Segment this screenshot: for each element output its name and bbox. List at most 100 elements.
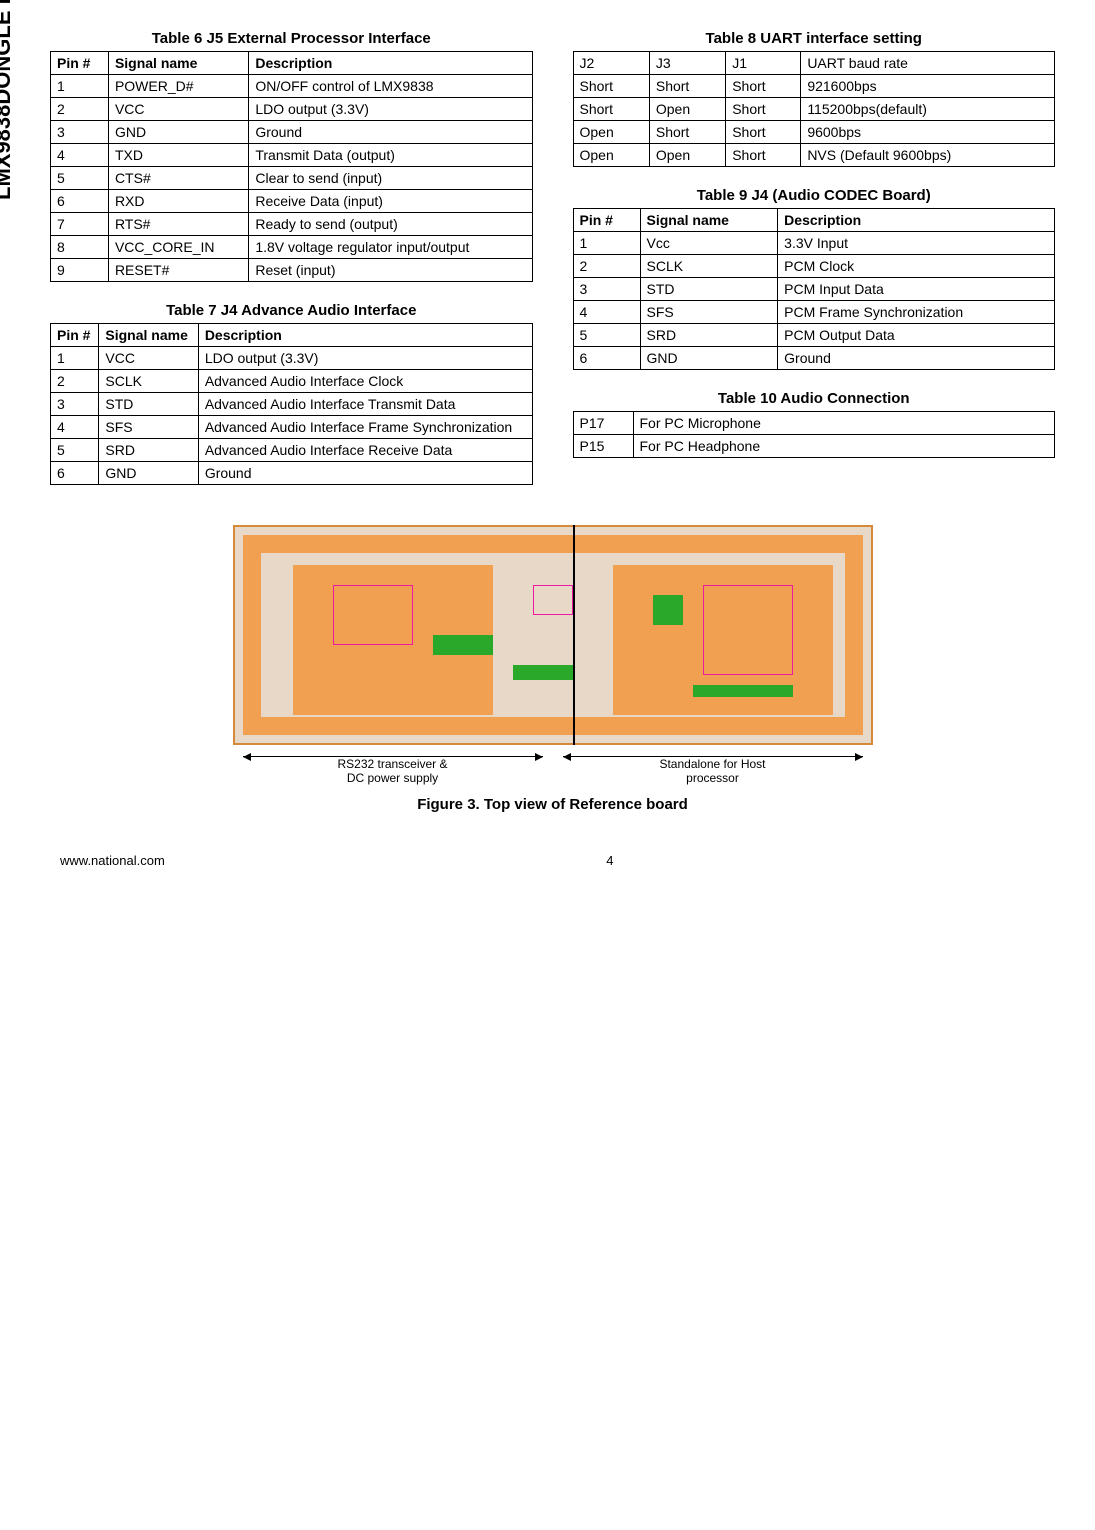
td: STD — [99, 393, 198, 416]
td: 5 — [51, 439, 99, 462]
td: J1 — [726, 52, 801, 75]
table10-title: Table 10 Audio Connection — [573, 390, 1056, 407]
td: GND — [640, 347, 778, 370]
td: Clear to send (input) — [249, 167, 532, 190]
td: SCLK — [99, 370, 198, 393]
td: VCC — [99, 347, 198, 370]
left-column: Table 6 J5 External Processor Interface … — [50, 20, 533, 505]
table6: Pin # Signal name Description 1POWER_D#O… — [50, 51, 533, 282]
document-side-title: LMX9838DONGLE Hardware User Guide — [0, 0, 16, 200]
td: 4 — [51, 144, 109, 167]
td: 2 — [51, 370, 99, 393]
td: PCM Clock — [778, 255, 1055, 278]
th: Description — [778, 209, 1055, 232]
td: J2 — [573, 52, 649, 75]
td: 6 — [573, 347, 640, 370]
td: Open — [649, 98, 725, 121]
td: 7 — [51, 213, 109, 236]
td: P15 — [573, 435, 633, 458]
td: RESET# — [108, 259, 248, 282]
th: Signal name — [640, 209, 778, 232]
th: Signal name — [108, 52, 248, 75]
td: NVS (Default 9600bps) — [801, 144, 1055, 167]
td: RTS# — [108, 213, 248, 236]
th: Signal name — [99, 324, 198, 347]
td: SFS — [99, 416, 198, 439]
td: PCM Input Data — [778, 278, 1055, 301]
td: Ready to send (output) — [249, 213, 532, 236]
td: Ground — [249, 121, 532, 144]
td: 1 — [51, 347, 99, 370]
th: Description — [198, 324, 532, 347]
td: Short — [726, 75, 801, 98]
td: Advanced Audio Interface Receive Data — [198, 439, 532, 462]
td: 921600bps — [801, 75, 1055, 98]
footer-page-number: 4 — [606, 853, 613, 868]
td: LDO output (3.3V) — [198, 347, 532, 370]
td: 2 — [51, 98, 109, 121]
td: Transmit Data (output) — [249, 144, 532, 167]
right-column: Table 8 UART interface setting J2 J3 J1 … — [573, 20, 1056, 505]
th: Pin # — [51, 324, 99, 347]
table7: Pin # Signal name Description 1VCCLDO ou… — [50, 323, 533, 485]
figure3-wrap: RS232 transceiver & DC power supply Stan… — [50, 525, 1055, 813]
table8: J2 J3 J1 UART baud rate ShortShortShort9… — [573, 51, 1056, 167]
table10: P17For PC Microphone P15For PC Headphone — [573, 411, 1056, 458]
figure-label-right: Standalone for Host processor — [553, 756, 873, 785]
td: Ground — [198, 462, 532, 485]
th: Pin # — [573, 209, 640, 232]
td: 6 — [51, 190, 109, 213]
td: SRD — [640, 324, 778, 347]
td: SRD — [99, 439, 198, 462]
td: Advanced Audio Interface Transmit Data — [198, 393, 532, 416]
td: 9 — [51, 259, 109, 282]
th: Pin # — [51, 52, 109, 75]
td: For PC Headphone — [633, 435, 1055, 458]
td: TXD — [108, 144, 248, 167]
td: Advanced Audio Interface Frame Synchroni… — [198, 416, 532, 439]
td: 1.8V voltage regulator input/output — [249, 236, 532, 259]
td: 3 — [573, 278, 640, 301]
table9: Pin # Signal name Description 1Vcc3.3V I… — [573, 208, 1056, 370]
th: Description — [249, 52, 532, 75]
td: SCLK — [640, 255, 778, 278]
figure3-pcb-diagram: RS232 transceiver & DC power supply Stan… — [233, 525, 873, 785]
page-footer: www.national.com 4 — [0, 833, 1095, 888]
td: PCM Frame Synchronization — [778, 301, 1055, 324]
table7-title: Table 7 J4 Advance Audio Interface — [50, 302, 533, 319]
td: 6 — [51, 462, 99, 485]
td: For PC Microphone — [633, 412, 1055, 435]
td: Short — [726, 98, 801, 121]
td: Short — [726, 121, 801, 144]
td: 1 — [573, 232, 640, 255]
td: CTS# — [108, 167, 248, 190]
td: Short — [573, 75, 649, 98]
td: Receive Data (input) — [249, 190, 532, 213]
td: 4 — [51, 416, 99, 439]
td: Short — [573, 98, 649, 121]
td: GND — [108, 121, 248, 144]
td: Open — [649, 144, 725, 167]
td: UART baud rate — [801, 52, 1055, 75]
td: 5 — [573, 324, 640, 347]
td: 3.3V Input — [778, 232, 1055, 255]
td: 5 — [51, 167, 109, 190]
table8-title: Table 8 UART interface setting — [573, 30, 1056, 47]
td: 4 — [573, 301, 640, 324]
footer-url: www.national.com — [60, 853, 165, 868]
td: Reset (input) — [249, 259, 532, 282]
td: GND — [99, 462, 198, 485]
td: Short — [649, 121, 725, 144]
td: VCC — [108, 98, 248, 121]
table6-title: Table 6 J5 External Processor Interface — [50, 30, 533, 47]
td: Short — [649, 75, 725, 98]
td: 3 — [51, 393, 99, 416]
td: 115200bps(default) — [801, 98, 1055, 121]
figure-label-left: RS232 transceiver & DC power supply — [233, 756, 553, 785]
td: Open — [573, 144, 649, 167]
td: Short — [726, 144, 801, 167]
table9-title: Table 9 J4 (Audio CODEC Board) — [573, 187, 1056, 204]
figure3-caption: Figure 3. Top view of Reference board — [50, 796, 1055, 813]
td: Advanced Audio Interface Clock — [198, 370, 532, 393]
td: ON/OFF control of LMX9838 — [249, 75, 532, 98]
